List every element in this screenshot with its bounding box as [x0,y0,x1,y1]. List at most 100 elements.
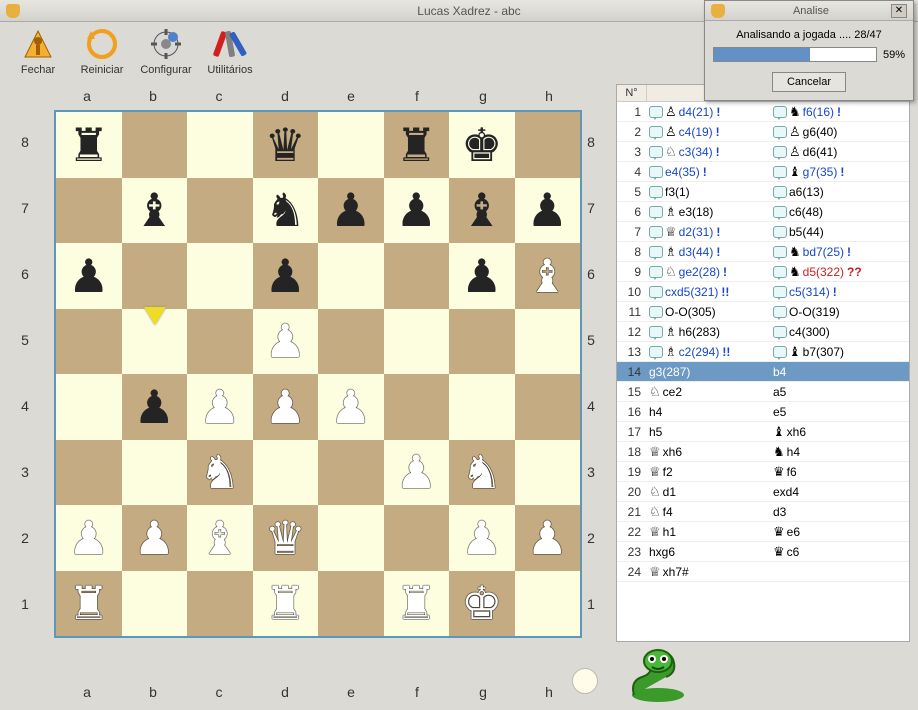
square-h1[interactable] [515,571,581,637]
square-d4[interactable]: ♟ [253,374,319,440]
square-f5[interactable] [384,309,450,375]
move-row[interactable]: 13♗c2(294)!!♝b7(307) [617,342,909,362]
cancel-button[interactable]: Cancelar [772,72,846,92]
square-h7[interactable]: ♟ [515,178,581,244]
square-f3[interactable]: ♟ [384,440,450,506]
configurar-button[interactable]: Configurar [138,26,194,76]
move-cell[interactable]: g3(287) [647,365,771,379]
move-cell[interactable]: ♝xh6 [771,424,895,440]
square-c8[interactable] [187,112,253,178]
square-a4[interactable] [56,374,122,440]
move-cell[interactable]: ♞bd7(25)! [771,244,895,260]
fechar-button[interactable]: Fechar [10,26,66,76]
move-row[interactable]: 11O-O(305)O-O(319) [617,302,909,322]
square-e2[interactable] [318,505,384,571]
move-row[interactable]: 7♕d2(31)!b5(44) [617,222,909,242]
move-cell[interactable]: ♙d4(21)! [647,104,771,120]
utilitarios-button[interactable]: Utilitários [202,26,258,76]
move-cell[interactable]: ♗d3(44)! [647,244,771,260]
move-cell[interactable]: O-O(319) [771,305,895,319]
square-c2[interactable]: ♝ [187,505,253,571]
move-cell[interactable]: ♕f2 [647,464,771,480]
move-cell[interactable]: hxg6 [647,545,771,559]
move-cell[interactable]: ♞d5(322)?? [771,264,895,280]
move-row[interactable]: 6♗e3(18)c6(48) [617,202,909,222]
square-c3[interactable]: ♞ [187,440,253,506]
move-row[interactable]: 21♘f4d3 [617,502,909,522]
move-cell[interactable]: ♘ce2 [647,384,771,400]
square-h8[interactable] [515,112,581,178]
square-e6[interactable] [318,243,384,309]
square-h4[interactable] [515,374,581,440]
move-row[interactable]: 23hxg6♛c6 [617,542,909,562]
square-d6[interactable]: ♟ [253,243,319,309]
square-e1[interactable] [318,571,384,637]
square-f4[interactable] [384,374,450,440]
move-cell[interactable]: exd4 [771,485,895,499]
square-e5[interactable] [318,309,384,375]
move-cell[interactable]: ♙c4(19)! [647,124,771,140]
reiniciar-button[interactable]: Reiniciar [74,26,130,76]
move-row[interactable]: 1♙d4(21)!♞f6(16)! [617,102,909,122]
square-d3[interactable] [253,440,319,506]
move-cell[interactable]: c4(300) [771,325,895,339]
square-a1[interactable]: ♜ [56,571,122,637]
move-cell[interactable]: a6(13) [771,185,895,199]
square-a5[interactable] [56,309,122,375]
square-a8[interactable]: ♜ [56,112,122,178]
square-d2[interactable]: ♛ [253,505,319,571]
move-cell[interactable]: d3 [771,505,895,519]
square-g7[interactable]: ♝ [449,178,515,244]
move-cell[interactable]: ♘d1 [647,484,771,500]
square-d8[interactable]: ♛ [253,112,319,178]
square-f1[interactable]: ♜ [384,571,450,637]
move-row[interactable]: 5f3(1)a6(13) [617,182,909,202]
moves-panel[interactable]: N° B 1♙d4(21)!♞f6(16)!2♙c4(19)!♙g6(40)3♘… [616,84,910,642]
move-cell[interactable]: ♝g7(35)! [771,164,895,180]
square-g8[interactable]: ♚ [449,112,515,178]
move-cell[interactable]: b5(44) [771,225,895,239]
chessboard[interactable]: ♜♛♜♚♝♞♟♟♝♟♟♟♟♝♟♟♟♟♟♞♟♞♟♟♝♛♟♟♜♜♜♚ [54,110,582,638]
move-cell[interactable]: ♙g6(40) [771,124,895,140]
square-e8[interactable] [318,112,384,178]
square-c6[interactable] [187,243,253,309]
move-cell[interactable]: b4 [771,365,895,379]
move-row[interactable]: 14g3(287)b4 [617,362,909,382]
square-g2[interactable]: ♟ [449,505,515,571]
square-b7[interactable]: ♝ [122,178,188,244]
square-h5[interactable] [515,309,581,375]
square-b6[interactable] [122,243,188,309]
move-row[interactable]: 18♕xh6♞h4 [617,442,909,462]
square-b3[interactable] [122,440,188,506]
square-g6[interactable]: ♟ [449,243,515,309]
square-b5[interactable] [122,309,188,375]
square-a2[interactable]: ♟ [56,505,122,571]
square-g5[interactable] [449,309,515,375]
square-h3[interactable] [515,440,581,506]
square-c5[interactable] [187,309,253,375]
square-d1[interactable]: ♜ [253,571,319,637]
square-c1[interactable] [187,571,253,637]
move-row[interactable]: 20♘d1exd4 [617,482,909,502]
square-d5[interactable]: ♟ [253,309,319,375]
move-cell[interactable]: ♞f6(16)! [771,104,895,120]
move-cell[interactable]: ♕h1 [647,524,771,540]
square-d7[interactable]: ♞ [253,178,319,244]
move-cell[interactable]: ♕xh7# [647,564,771,580]
square-b1[interactable] [122,571,188,637]
square-f7[interactable]: ♟ [384,178,450,244]
move-cell[interactable]: e5 [771,405,895,419]
move-cell[interactable]: cxd5(321)!! [647,285,771,299]
move-cell[interactable]: ♕xh6 [647,444,771,460]
square-b4[interactable]: ♟ [122,374,188,440]
move-cell[interactable]: e4(35)! [647,165,771,179]
move-cell[interactable]: ♘c3(34)! [647,144,771,160]
square-f6[interactable] [384,243,450,309]
move-cell[interactable]: ♛f6 [771,464,895,480]
move-row[interactable]: 2♙c4(19)!♙g6(40) [617,122,909,142]
move-row[interactable]: 15♘ce2a5 [617,382,909,402]
square-g1[interactable]: ♚ [449,571,515,637]
move-row[interactable]: 17h5♝xh6 [617,422,909,442]
square-g3[interactable]: ♞ [449,440,515,506]
square-a7[interactable] [56,178,122,244]
